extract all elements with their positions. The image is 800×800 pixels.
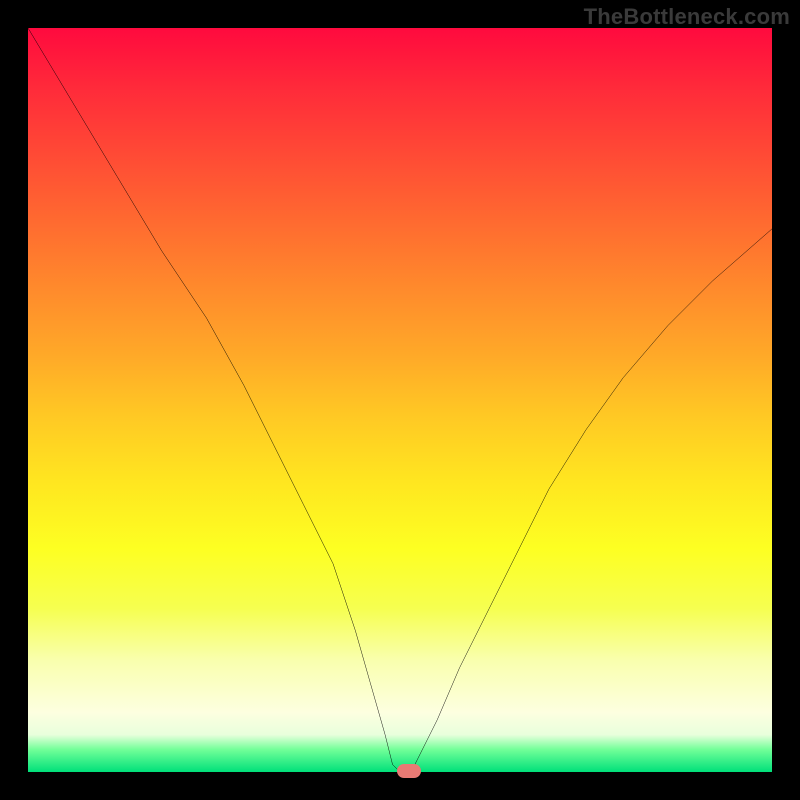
plot-area xyxy=(28,28,772,772)
chart-frame: TheBottleneck.com xyxy=(0,0,800,800)
curve-path xyxy=(28,28,772,772)
watermark-text: TheBottleneck.com xyxy=(584,4,790,30)
optimal-point-marker xyxy=(397,764,421,778)
bottleneck-curve xyxy=(28,28,772,772)
